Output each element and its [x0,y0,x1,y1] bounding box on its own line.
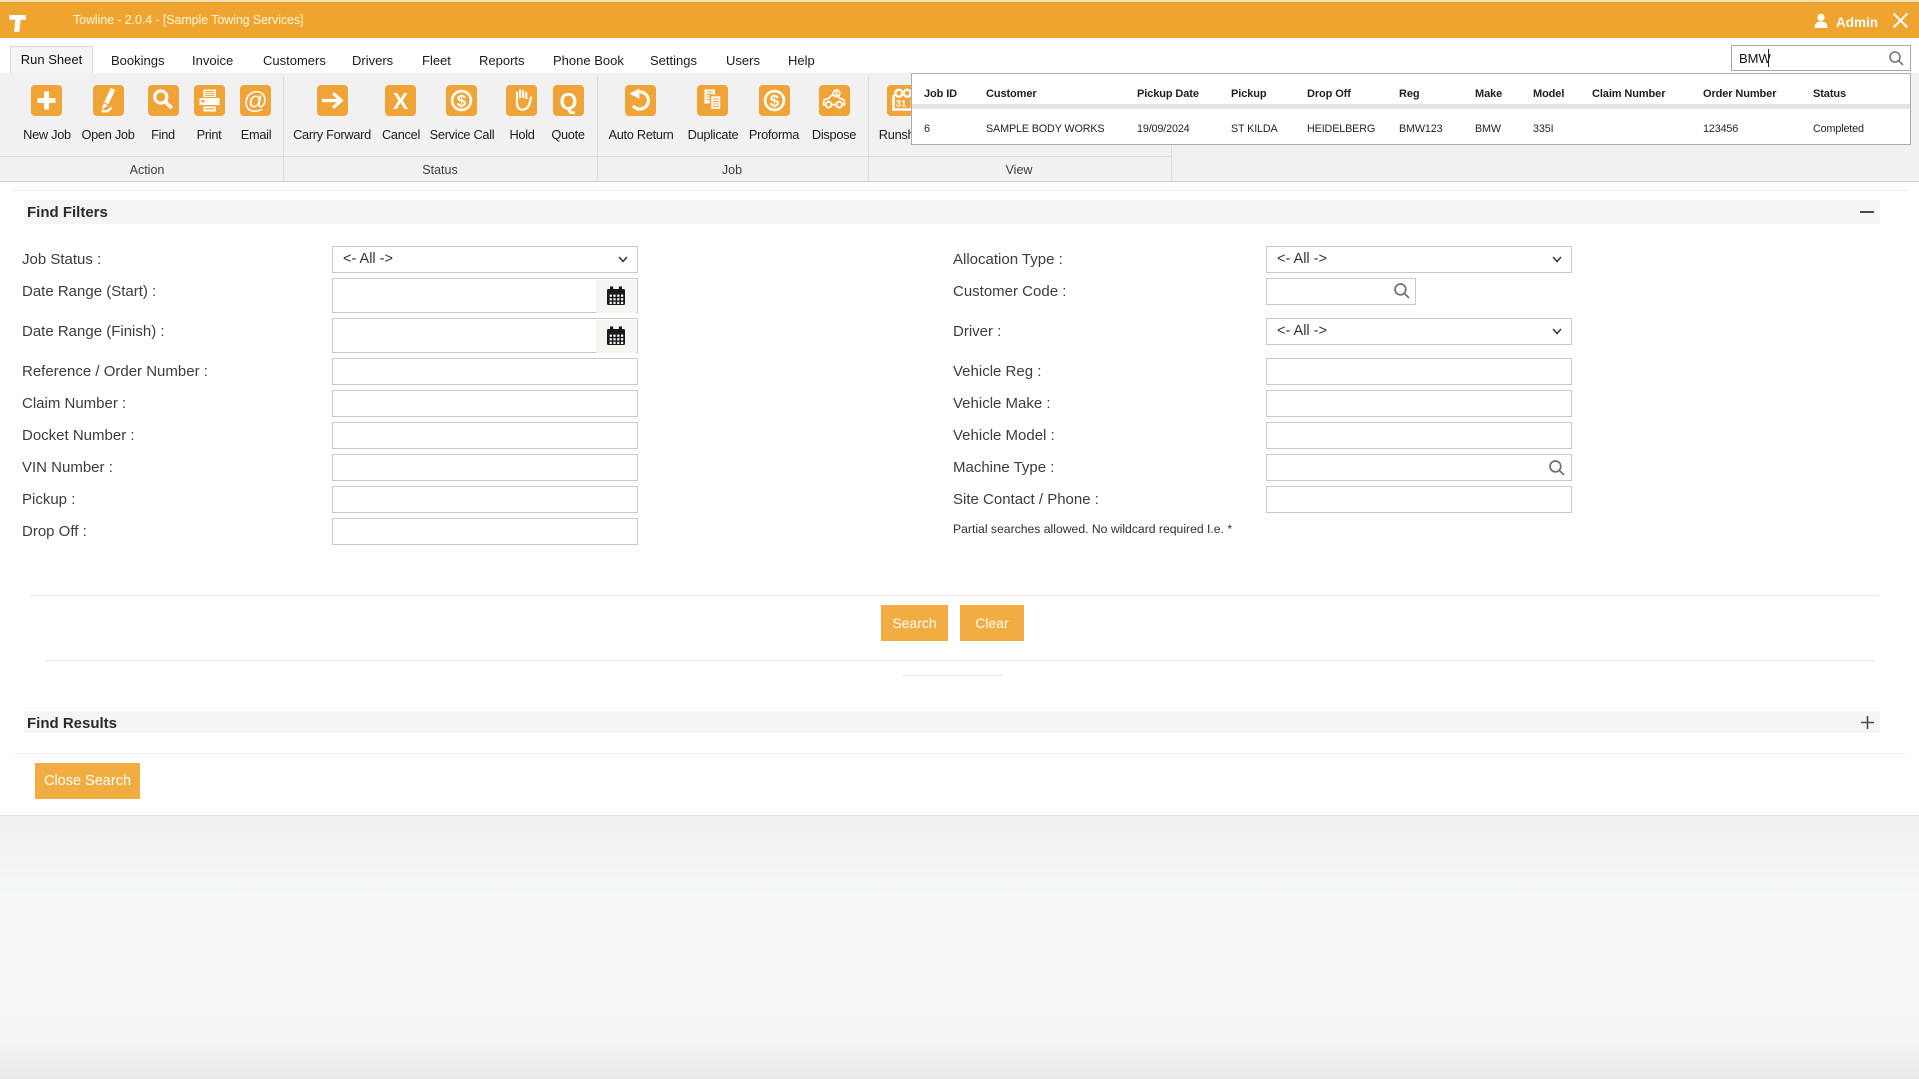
svg-text:Q: Q [560,88,578,114]
svg-text:X: X [393,88,409,114]
svg-text:$: $ [770,92,780,111]
svg-text:31: 31 [896,99,907,110]
svg-text:@: @ [243,88,267,115]
svg-text:$: $ [457,92,467,111]
